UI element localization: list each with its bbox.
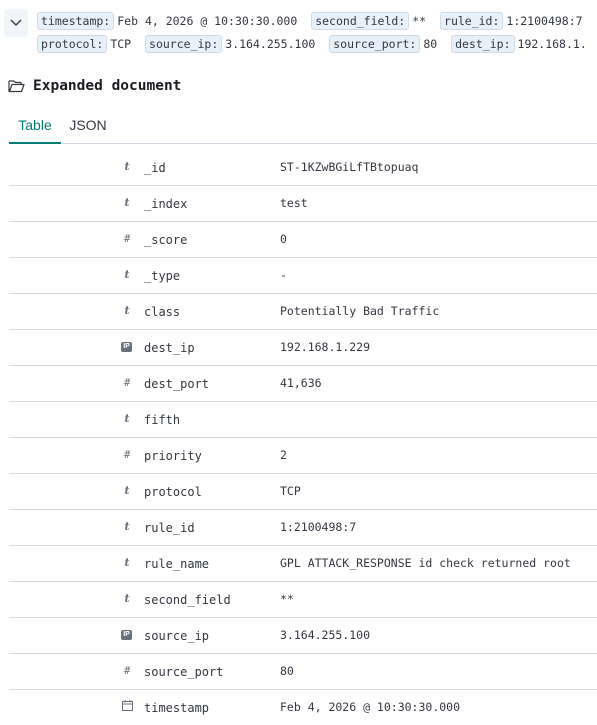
table-row: # priority 2 <box>9 438 597 474</box>
number-type-icon: # <box>123 232 131 245</box>
field-value: - <box>280 268 287 282</box>
table-row: # _score 0 <box>9 222 597 258</box>
document-summary: timestamp: Feb 4, 2026 @ 10:30:30.000 sec… <box>37 10 597 56</box>
summary-value: 80 <box>423 37 438 51</box>
string-type-icon: t <box>124 592 130 605</box>
summary-value: 1:2100498:7 <box>506 14 583 28</box>
summary-value: Feb 4, 2026 @ 10:30:30.000 <box>117 14 298 28</box>
ip-type-icon: IP <box>121 342 132 352</box>
ip-type-icon: IP <box>121 630 132 640</box>
field-value: ST-1KZwBGiLfTBtopuaq <box>280 160 419 174</box>
number-type-icon: # <box>123 376 131 389</box>
field-name: priority <box>144 449 202 463</box>
table-row: t fifth <box>9 402 597 438</box>
field-value: test <box>280 196 308 210</box>
view-tabs: Table JSON <box>9 110 597 144</box>
string-type-icon: t <box>124 412 130 425</box>
field-name: protocol <box>144 485 202 499</box>
chevron-down-icon <box>10 19 22 26</box>
field-name: second_field <box>144 593 231 607</box>
table-row: t protocol TCP <box>9 474 597 510</box>
field-value: 2 <box>280 448 287 462</box>
summary-key: timestamp: <box>37 12 115 30</box>
collapse-toggle-button[interactable] <box>4 9 28 37</box>
number-type-icon: # <box>123 664 131 677</box>
calendar-icon <box>121 700 133 714</box>
table-row: t rule_id 1:2100498:7 <box>9 510 597 546</box>
summary-key: second_field: <box>311 12 410 30</box>
table-row: t second_field ** <box>9 582 597 618</box>
summary-key: rule_id: <box>440 12 504 30</box>
field-value: 3.164.255.100 <box>280 628 371 642</box>
string-type-icon: t <box>124 268 130 281</box>
field-value: 80 <box>280 664 294 678</box>
field-name: dest_ip <box>144 341 195 355</box>
field-name: rule_name <box>144 557 210 571</box>
summary-key: source_ip: <box>145 35 223 53</box>
field-value: ** <box>280 592 294 606</box>
summary-line-2: protocol: TCP source_ip: 3.164.255.100 sou… <box>37 33 597 56</box>
document-fields-table: t _id ST-1KZwBGiLfTBtopuaq t _index test # _sco… <box>9 150 597 725</box>
folder-open-icon <box>8 80 25 93</box>
expanded-document-title: Expanded document <box>33 78 182 94</box>
field-value: 0 <box>280 232 287 246</box>
field-value: Feb 4, 2026 @ 10:30:30.000 <box>280 700 461 714</box>
table-row: t class Potentially Bad Traffic <box>9 294 597 330</box>
table-row: IP dest_ip 192.168.1.229 <box>9 330 597 366</box>
summary-line-1: timestamp: Feb 4, 2026 @ 10:30:30.000 sec… <box>37 10 597 33</box>
number-type-icon: # <box>123 448 131 461</box>
field-name: class <box>144 305 181 319</box>
field-name: source_ip <box>144 629 210 643</box>
field-value: GPL ATTACK_RESPONSE id check returned ro… <box>280 556 571 570</box>
table-row: t _id ST-1KZwBGiLfTBtopuaq <box>9 150 597 186</box>
summary-value: 3.164.255.100 <box>225 37 316 51</box>
field-name: _score <box>144 233 188 247</box>
summary-value: 192.168.1. <box>517 37 587 51</box>
summary-key: source_port: <box>329 35 421 53</box>
field-name: fifth <box>144 413 181 427</box>
table-row: IP source_ip 3.164.255.100 <box>9 618 597 654</box>
tab-table[interactable]: Table <box>9 110 61 144</box>
table-row: t rule_name GPL ATTACK_RESPONSE id check r… <box>9 546 597 582</box>
table-row: t _type - <box>9 258 597 294</box>
field-value: Potentially Bad Traffic <box>280 304 440 318</box>
field-name: _type <box>144 269 181 283</box>
summary-value: ** <box>412 14 427 28</box>
field-name: _index <box>144 197 188 211</box>
summary-value: TCP <box>110 37 132 51</box>
field-value: 41,636 <box>280 376 322 390</box>
summary-key: dest_ip: <box>451 35 515 53</box>
summary-key: protocol: <box>37 35 108 53</box>
expanded-document-header: Expanded document <box>8 76 181 96</box>
table-row: timestamp Feb 4, 2026 @ 10:30:30.000 <box>9 690 597 725</box>
string-type-icon: t <box>124 520 130 533</box>
table-row: # source_port 80 <box>9 654 597 690</box>
field-name: source_port <box>144 665 224 679</box>
table-row: t _index test <box>9 186 597 222</box>
tab-json[interactable]: JSON <box>67 110 109 142</box>
field-name: _id <box>144 161 166 175</box>
field-value: 1:2100498:7 <box>280 520 357 534</box>
string-type-icon: t <box>124 484 130 497</box>
string-type-icon: t <box>124 160 130 173</box>
field-name: rule_id <box>144 521 195 535</box>
string-type-icon: t <box>124 196 130 209</box>
field-name: dest_port <box>144 377 210 391</box>
string-type-icon: t <box>124 556 130 569</box>
field-value: 192.168.1.229 <box>280 340 371 354</box>
string-type-icon: t <box>124 304 130 317</box>
field-name: timestamp <box>144 701 210 715</box>
table-row: # dest_port 41,636 <box>9 366 597 402</box>
field-value: TCP <box>280 484 301 498</box>
